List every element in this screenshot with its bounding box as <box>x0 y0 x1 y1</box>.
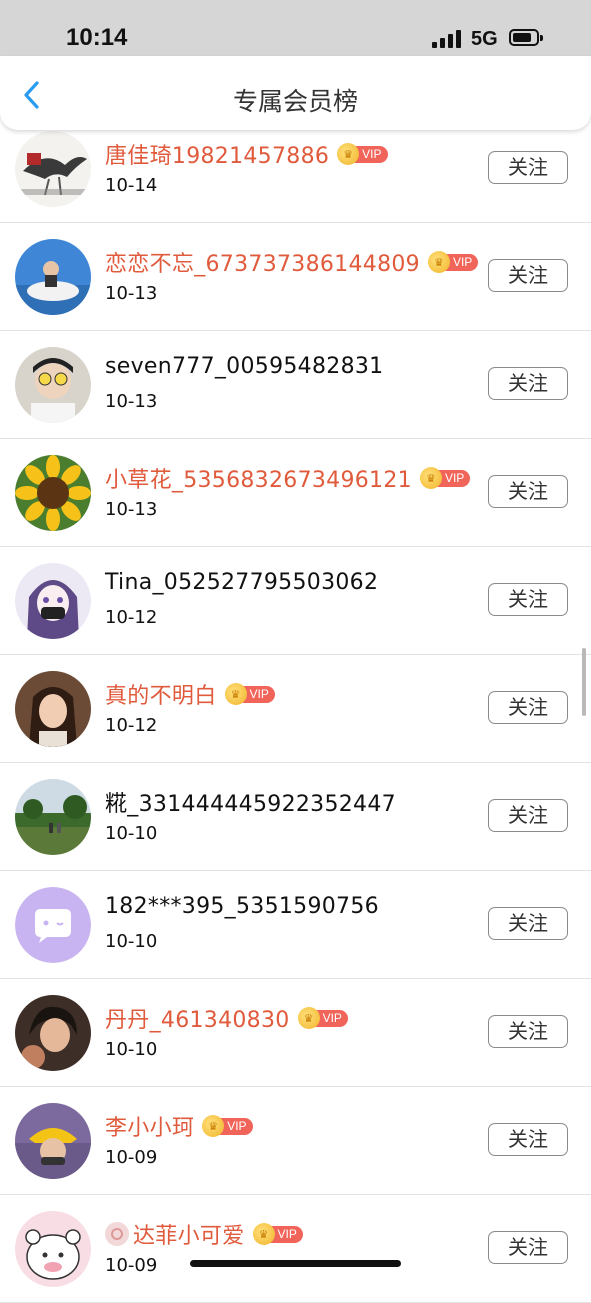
member-name-line: 182***395_5351590756 <box>105 894 379 919</box>
member-date: 10-13 <box>105 283 158 304</box>
signal-icon <box>432 30 462 48</box>
member-row[interactable]: 丹丹_461340830 ♛ VIP 10-10 关注 <box>0 979 591 1087</box>
member-name[interactable]: Tina_052527795503062 <box>105 570 378 595</box>
vip-badge: ♛ VIP <box>427 251 479 273</box>
member-name[interactable]: 唐佳琦19821457886 <box>105 138 329 170</box>
follow-button[interactable]: 关注 <box>488 1231 568 1264</box>
follow-button[interactable]: 关注 <box>488 907 568 940</box>
follow-button[interactable]: 关注 <box>488 475 568 508</box>
crown-icon: ♛ <box>337 143 360 165</box>
member-date: 10-13 <box>105 391 158 412</box>
follow-button[interactable]: 关注 <box>488 151 568 184</box>
member-name-line: Tina_052527795503062 <box>105 570 378 595</box>
crown-icon: ♛ <box>252 1223 275 1245</box>
member-name[interactable]: 182***395_5351590756 <box>105 894 379 919</box>
member-date: 10-09 <box>105 1147 158 1168</box>
avatar[interactable] <box>15 563 91 639</box>
member-row[interactable]: 唐佳琦19821457886 ♛ VIP 10-14 关注 <box>0 115 591 223</box>
follow-button[interactable]: 关注 <box>488 1123 568 1156</box>
member-date: 10-12 <box>105 715 158 736</box>
member-name-line: seven777_00595482831 <box>105 354 383 379</box>
member-name-line: 真的不明白 ♛ VIP <box>105 678 275 710</box>
member-name[interactable]: 达菲小可爱 <box>133 1218 245 1250</box>
avatar[interactable] <box>15 1211 91 1287</box>
member-date: 10-09 <box>105 1255 158 1276</box>
member-name-line: 丹丹_461340830 ♛ VIP <box>105 1002 348 1034</box>
member-name[interactable]: 恋恋不忘_673737386144809 <box>105 246 420 278</box>
scrollbar[interactable] <box>582 648 586 716</box>
member-name[interactable]: 糀_331444445922352447 <box>105 786 396 818</box>
member-row[interactable]: 达菲小可爱 ♛ VIP 10-09 关注 <box>0 1195 591 1303</box>
vip-badge: ♛ VIP <box>419 467 471 489</box>
avatar[interactable] <box>15 455 91 531</box>
member-name[interactable]: 小草花_5356832673496121 <box>105 462 412 494</box>
vip-badge: ♛ VIP <box>252 1223 303 1245</box>
member-row[interactable]: 小草花_5356832673496121 ♛ VIP 10-13 关注 <box>0 439 591 547</box>
home-indicator[interactable] <box>190 1260 401 1267</box>
follow-button[interactable]: 关注 <box>488 583 568 616</box>
member-name-line: 糀_331444445922352447 <box>105 786 396 818</box>
follow-button[interactable]: 关注 <box>488 691 568 724</box>
member-row[interactable]: 李小小珂 ♛ VIP 10-09 关注 <box>0 1087 591 1195</box>
member-row[interactable]: seven777_00595482831 10-13 关注 <box>0 331 591 439</box>
member-list: 唐佳琦19821457886 ♛ VIP 10-14 关注 恋恋不忘_67373… <box>0 115 591 1303</box>
battery-icon <box>509 29 543 46</box>
status-bar: 10:14 5G <box>0 0 591 56</box>
member-name[interactable]: 丹丹_461340830 <box>105 1002 290 1034</box>
follow-button[interactable]: 关注 <box>488 799 568 832</box>
member-row[interactable]: 糀_331444445922352447 10-10 关注 <box>0 763 591 871</box>
crown-icon: ♛ <box>297 1007 320 1029</box>
member-name-line: 小草花_5356832673496121 ♛ VIP <box>105 462 471 494</box>
avatar[interactable] <box>15 671 91 747</box>
avatar[interactable] <box>15 347 91 423</box>
avatar[interactable] <box>15 995 91 1071</box>
crown-icon: ♛ <box>224 683 247 705</box>
member-date: 10-10 <box>105 823 158 844</box>
member-date: 10-10 <box>105 1039 158 1060</box>
member-row[interactable]: Tina_052527795503062 10-12 关注 <box>0 547 591 655</box>
status-time: 10:14 <box>66 24 128 51</box>
avatar[interactable] <box>15 239 91 315</box>
follow-button[interactable]: 关注 <box>488 1015 568 1048</box>
page-title: 专属会员榜 <box>232 87 358 116</box>
avatar[interactable] <box>15 1103 91 1179</box>
network-label: 5G <box>471 28 498 50</box>
member-row[interactable]: 真的不明白 ♛ VIP 10-12 关注 <box>0 655 591 763</box>
member-row[interactable]: 182***395_5351590756 10-10 关注 <box>0 871 591 979</box>
avatar[interactable] <box>15 131 91 207</box>
member-name-line: 达菲小可爱 ♛ VIP <box>105 1218 303 1250</box>
vip-badge: ♛ VIP <box>337 143 388 165</box>
member-date: 10-12 <box>105 607 158 628</box>
member-date: 10-13 <box>105 499 158 520</box>
follow-button[interactable]: 关注 <box>488 367 568 400</box>
follow-button[interactable]: 关注 <box>488 259 568 292</box>
member-name[interactable]: 李小小珂 <box>105 1110 194 1142</box>
member-name-line: 恋恋不忘_673737386144809 ♛ VIP <box>105 246 479 278</box>
member-name[interactable]: 真的不明白 <box>105 678 217 710</box>
member-name-line: 李小小珂 ♛ VIP <box>105 1110 253 1142</box>
member-name-line: 唐佳琦19821457886 ♛ VIP <box>105 138 388 170</box>
member-date: 10-14 <box>105 175 158 196</box>
sticker-icon <box>105 1222 129 1246</box>
member-row[interactable]: 恋恋不忘_673737386144809 ♛ VIP 10-13 关注 <box>0 223 591 331</box>
avatar[interactable] <box>15 779 91 855</box>
avatar[interactable] <box>15 887 91 963</box>
vip-badge: ♛ VIP <box>297 1007 348 1029</box>
vip-badge: ♛ VIP <box>224 683 275 705</box>
nav-bar: 专属会员榜 <box>0 56 591 130</box>
vip-badge: ♛ VIP <box>202 1115 253 1137</box>
crown-icon: ♛ <box>419 467 442 489</box>
member-name[interactable]: seven777_00595482831 <box>105 354 383 379</box>
crown-icon: ♛ <box>427 251 450 273</box>
member-date: 10-10 <box>105 931 158 952</box>
